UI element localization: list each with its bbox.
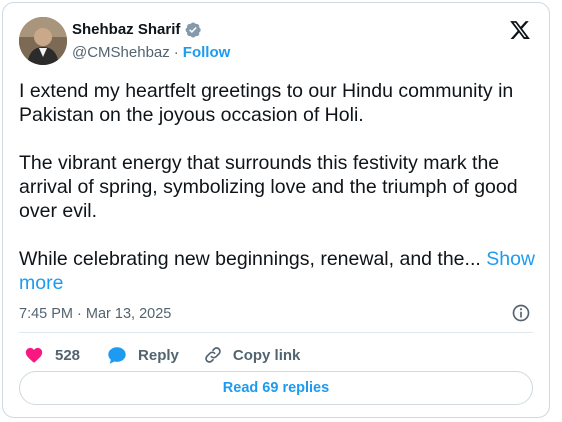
like-count: 528 (55, 346, 81, 364)
action-bar: 528 Reply Copy link (23, 343, 324, 367)
reply-label: Reply (138, 346, 179, 364)
tweet-card: Shehbaz Sharif @CMShehbaz · Follow I ext… (2, 2, 550, 418)
avatar-image (19, 17, 67, 65)
author-handle[interactable]: @CMShehbaz (72, 43, 170, 63)
read-replies-button[interactable]: Read 69 replies (19, 371, 533, 405)
avatar[interactable] (19, 17, 67, 65)
like-button[interactable]: 528 (23, 344, 80, 366)
speech-bubble-icon (108, 347, 126, 364)
tweet-paragraph-2: The vibrant energy that surrounds this f… (19, 152, 518, 222)
copy-link-label: Copy link (232, 346, 301, 364)
copy-link-button[interactable]: Copy link (203, 345, 301, 365)
link-icon (205, 347, 221, 363)
verified-badge-icon (185, 22, 202, 38)
info-icon[interactable] (511, 303, 531, 323)
tweet-paragraph-1: I extend my heartfelt greetings to our H… (19, 80, 514, 126)
tweet-paragraph-3-text: While celebrating new beginnings, renewa… (19, 248, 481, 270)
tweet-timestamp[interactable]: 7:45 PM · Mar 13, 2025 (19, 304, 171, 324)
author-name-row: Shehbaz Sharif (72, 20, 202, 40)
tweet-paragraph-3: While celebrating new beginnings, renewa… (19, 247, 539, 295)
tweet-text: I extend my heartfelt greetings to our H… (19, 79, 539, 319)
handle-row: @CMShehbaz · Follow (72, 43, 230, 63)
x-logo-icon[interactable] (509, 19, 531, 41)
heart-icon (25, 347, 43, 363)
reply-button[interactable]: Reply (106, 344, 179, 366)
author-name[interactable]: Shehbaz Sharif (72, 20, 180, 40)
follow-button[interactable]: Follow (183, 43, 231, 63)
divider (19, 332, 533, 333)
separator-dot: · (173, 44, 179, 61)
